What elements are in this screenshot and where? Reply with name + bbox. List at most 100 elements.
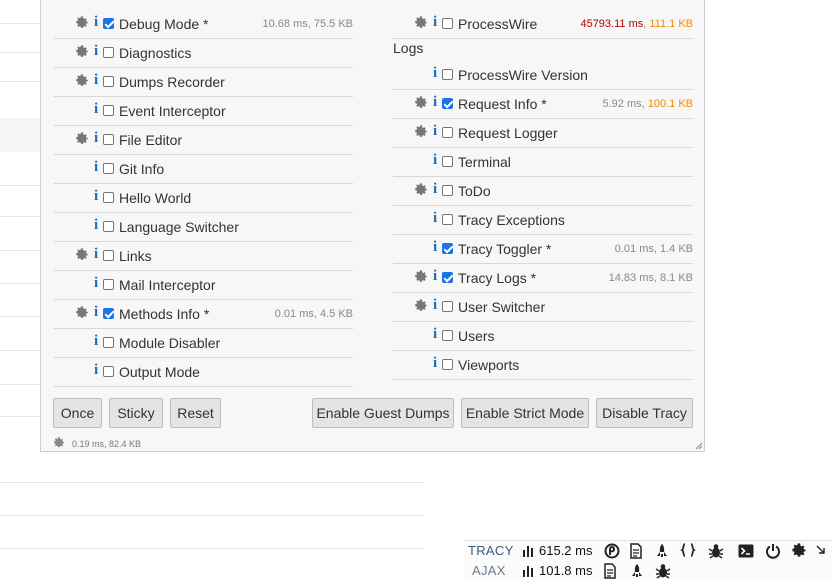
settings-gear-icon[interactable] [75,45,90,60]
settings-gear-icon[interactable] [75,132,90,147]
settings-gear-icon[interactable] [75,248,90,263]
info-icon[interactable]: i [433,297,437,314]
panel-stat: 10.68 ms, 75.5 KB [263,18,354,30]
panel-label: Hello World [119,190,192,206]
panel-label: Git Info [119,161,165,177]
settings-gear-icon[interactable] [414,270,429,285]
panel-checkbox[interactable] [442,214,453,225]
panel-checkbox[interactable] [103,279,114,290]
info-icon[interactable]: i [94,101,98,118]
info-icon[interactable]: i [94,217,98,234]
panel-checkbox[interactable] [103,192,114,203]
settings-gear-icon[interactable] [414,96,429,111]
panel-label: Language Switcher [119,219,239,235]
settings-gear-icon[interactable] [414,183,429,198]
settings-gear-icon[interactable] [791,543,807,559]
terminal-icon[interactable] [738,543,754,559]
enable-strict-mode-button[interactable]: Enable Strict Mode [461,398,589,428]
info-icon[interactable]: i [94,159,98,176]
settings-gear-icon[interactable] [53,437,65,449]
info-icon[interactable]: i [94,275,98,292]
info-icon[interactable]: i [94,14,98,31]
panel-checkbox[interactable] [103,163,114,174]
panel-checkbox[interactable] [103,337,114,348]
rocket-icon[interactable] [629,563,645,579]
sticky-button[interactable]: Sticky [109,398,163,428]
stat-text: 0.01 ms, 4.5 KB [274,308,353,320]
panel-checkbox[interactable] [442,156,453,167]
panel-checkbox[interactable] [442,359,453,370]
info-icon[interactable]: i [94,72,98,89]
debug-mode-bug-icon[interactable] [655,563,671,579]
panel-checkbox[interactable] [442,18,453,29]
info-icon[interactable]: i [94,130,98,147]
panel-label: Viewports [458,357,520,373]
panel-checkbox[interactable] [103,76,114,87]
request-info-icon[interactable] [628,543,644,559]
panel-checkbox[interactable] [103,18,114,29]
tracy-logo[interactable]: TRACY [468,543,514,558]
info-icon[interactable]: i [94,246,98,263]
info-icon[interactable]: i [94,43,98,60]
info-icon[interactable]: i [433,14,437,31]
panel-checkbox[interactable] [442,301,453,312]
settings-gear-icon[interactable] [414,125,429,140]
panel-checkbox[interactable] [103,250,114,261]
info-icon[interactable]: i [94,304,98,321]
info-icon[interactable]: i [433,123,437,140]
panel-checkbox[interactable] [442,127,453,138]
settings-gear-icon[interactable] [75,74,90,89]
rocket-icon[interactable] [654,543,670,559]
panel-checkbox[interactable] [103,366,114,377]
settings-gear-icon[interactable] [75,306,90,321]
resize-handle-icon[interactable] [695,442,703,450]
info-icon[interactable]: i [94,362,98,379]
panel-label: User Switcher [458,299,546,315]
panel-label: Terminal [458,154,511,170]
debug-mode-bug-icon[interactable] [708,543,724,559]
panel-checkbox[interactable] [103,134,114,145]
info-icon[interactable]: i [94,188,98,205]
panel-checkbox[interactable] [103,47,114,58]
info-icon[interactable]: i [433,152,437,169]
panel-row-links: i Links [54,242,353,271]
methods-info-icon[interactable] [680,542,696,558]
info-icon[interactable]: i [433,239,437,256]
minimize-arrow-icon[interactable] [816,545,832,561]
processwire-icon[interactable] [604,543,620,559]
panel-checkbox[interactable] [442,98,453,109]
once-button[interactable]: Once [53,398,102,428]
info-icon[interactable]: i [433,326,437,343]
panel-checkbox[interactable] [442,185,453,196]
info-icon[interactable]: i [433,268,437,285]
panel-checkbox[interactable] [103,105,114,116]
info-icon[interactable]: i [433,94,437,111]
info-icon[interactable]: i [94,333,98,350]
reset-button[interactable]: Reset [170,398,221,428]
panel-checkbox[interactable] [103,221,114,232]
panel-checkbox[interactable] [442,243,453,254]
panel-label: ProcessWire [458,16,538,32]
panel-checkbox[interactable] [442,330,453,341]
info-icon[interactable]: i [433,181,437,198]
panel-label: Debug Mode * [119,16,209,32]
ajax-label[interactable]: AJAX [472,563,506,578]
settings-gear-icon[interactable] [75,16,90,31]
tracy-debug-bar: TRACY 615.2 ms AJAX 101.8 ms [464,540,832,579]
settings-gear-icon[interactable] [414,299,429,314]
execution-time[interactable]: 615.2 ms [539,543,592,558]
disable-tracy-button[interactable]: Disable Tracy [596,398,693,428]
info-icon[interactable]: i [433,210,437,227]
panel-checkbox[interactable] [103,308,114,319]
panel-checkbox[interactable] [442,69,453,80]
power-toggle-icon[interactable] [765,543,781,559]
panel-checkbox[interactable] [442,272,453,283]
settings-gear-icon[interactable] [414,16,429,31]
enable-guest-dumps-button[interactable]: Enable Guest Dumps [312,398,454,428]
logs-label: Logs [393,40,424,56]
info-icon[interactable]: i [433,355,437,372]
request-info-icon[interactable] [602,563,618,579]
info-icon[interactable]: i [433,65,437,82]
stat-text: 14.83 ms, 8.1 KB [608,272,693,284]
ajax-execution-time[interactable]: 101.8 ms [539,563,592,578]
